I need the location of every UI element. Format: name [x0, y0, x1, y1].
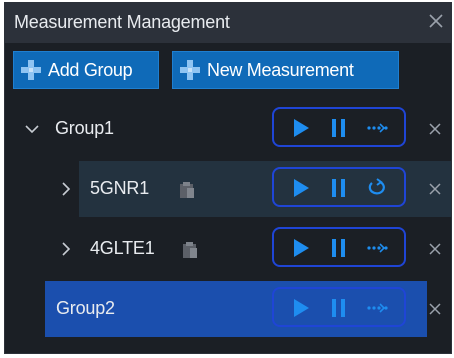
tree-row-4glte1[interactable]: 4GLTE1	[5, 221, 451, 277]
plus-icon	[180, 60, 200, 80]
new-measurement-label: New Measurement	[207, 59, 354, 80]
pause-icon[interactable]	[328, 237, 350, 259]
tree-item-label: 4GLTE1	[90, 238, 155, 258]
tree-item-label: Group2	[56, 298, 115, 318]
remove-icon[interactable]	[427, 241, 443, 257]
measurement-controls	[272, 107, 406, 147]
pause-icon[interactable]	[328, 297, 350, 319]
remove-icon[interactable]	[427, 181, 443, 197]
pause-icon[interactable]	[328, 117, 350, 139]
new-measurement-button[interactable]: New Measurement	[172, 51, 399, 89]
chevron-right-icon[interactable]	[57, 240, 75, 258]
tree-row-group1[interactable]: Group1	[5, 101, 451, 157]
play-icon[interactable]	[290, 237, 312, 259]
chevron-down-icon[interactable]	[23, 120, 41, 138]
tree-row-5gnr1[interactable]: 5GNR1	[5, 161, 451, 217]
remove-icon[interactable]	[427, 121, 443, 137]
pause-icon[interactable]	[328, 177, 350, 199]
continuous-icon[interactable]	[366, 297, 388, 319]
measurement-management-panel: Measurement Management Add Group New Mea…	[4, 2, 452, 354]
add-group-button[interactable]: Add Group	[13, 51, 159, 89]
panel-title: Measurement Management	[14, 12, 230, 32]
tree-item-label: 5GNR1	[90, 178, 150, 198]
continuous-icon[interactable]	[366, 117, 388, 139]
remove-icon[interactable]	[427, 301, 443, 317]
measurement-controls	[272, 167, 406, 207]
play-icon[interactable]	[290, 117, 312, 139]
play-icon[interactable]	[290, 177, 312, 199]
plus-icon	[21, 60, 41, 80]
panel-titlebar: Measurement Management	[5, 3, 451, 43]
tree-row-group2[interactable]: Group2	[5, 281, 451, 337]
loop-icon[interactable]	[366, 177, 388, 199]
add-group-label: Add Group	[48, 59, 133, 80]
play-icon[interactable]	[290, 297, 312, 319]
continuous-icon[interactable]	[366, 237, 388, 259]
clipboard-icon	[183, 242, 197, 258]
measurement-controls	[272, 287, 406, 327]
close-icon[interactable]	[427, 12, 445, 30]
clipboard-icon	[180, 182, 194, 198]
tree-item-label: Group1	[55, 118, 114, 138]
chevron-right-icon[interactable]	[57, 180, 75, 198]
measurement-controls	[272, 227, 406, 267]
